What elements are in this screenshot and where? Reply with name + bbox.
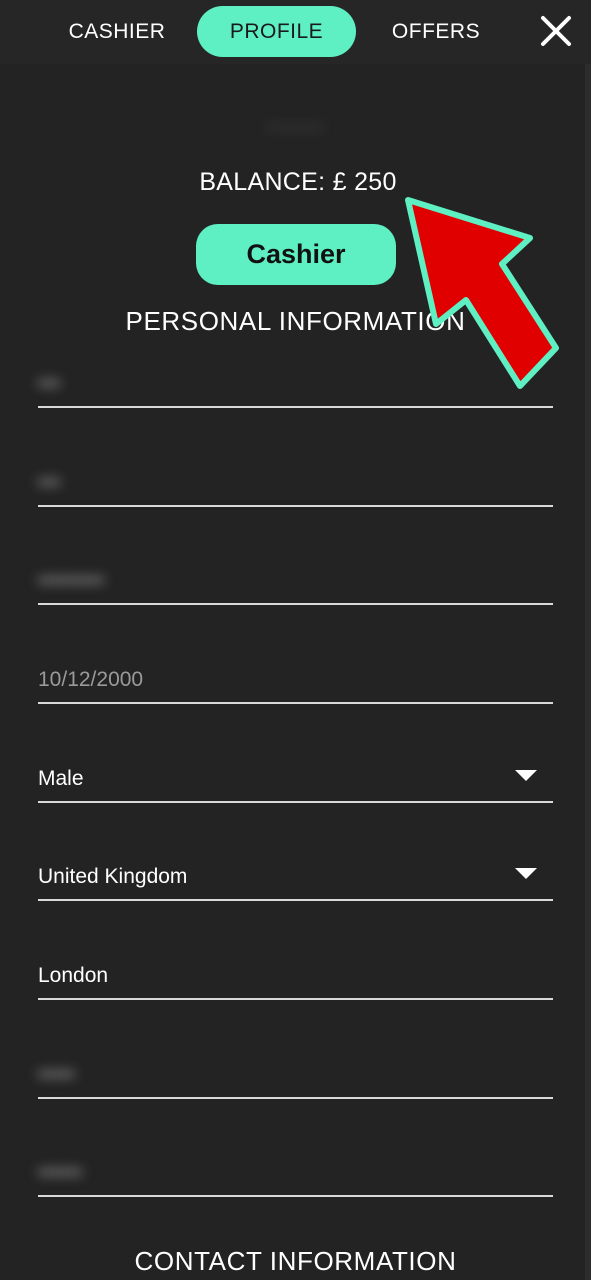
close-icon <box>541 16 571 46</box>
last-name-field[interactable]: ••• <box>38 459 553 507</box>
field-value: •••••• <box>38 1161 83 1184</box>
tab-cashier[interactable]: CASHIER <box>62 6 172 57</box>
field-value: Male <box>38 767 84 790</box>
city-field[interactable]: London <box>38 952 553 1000</box>
top-navigation: CASHIER PROFILE OFFERS <box>0 0 591 64</box>
tab-offers[interactable]: OFFERS <box>382 6 490 57</box>
contact-information-heading: CONTACT INFORMATION <box>134 1246 457 1276</box>
first-name-field[interactable]: ••• <box>38 360 553 408</box>
postcode-field[interactable]: •••••• <box>38 1149 553 1197</box>
gender-select[interactable]: Male <box>38 755 553 803</box>
username: ········· <box>265 116 325 138</box>
chevron-down-icon <box>515 770 537 781</box>
field-value: ••• <box>38 372 61 395</box>
chevron-down-icon <box>515 868 537 879</box>
field-value: ••• <box>38 471 61 494</box>
profile-screen: CASHIER PROFILE OFFERS ········· BALANCE… <box>0 0 591 1280</box>
tab-profile[interactable]: PROFILE <box>197 6 356 57</box>
personal-information-heading: PERSONAL INFORMATION <box>125 306 466 336</box>
address-field[interactable]: ••••• <box>38 1051 553 1099</box>
scrollbar[interactable] <box>585 64 591 1280</box>
field-value: London <box>38 964 109 987</box>
country-select[interactable]: United Kingdom <box>38 853 553 901</box>
cashier-button[interactable]: Cashier <box>196 224 396 285</box>
close-button[interactable] <box>537 12 575 50</box>
field-value: United Kingdom <box>38 865 188 888</box>
balance-text: BALANCE: £ 250 <box>199 168 397 196</box>
field-value: ••••• <box>38 1063 75 1086</box>
date-of-birth-field[interactable]: 10/12/2000 <box>38 656 553 704</box>
field-value: 10/12/2000 <box>38 668 144 691</box>
field-value: ••••••••• <box>38 569 105 592</box>
full-name-field[interactable]: ••••••••• <box>38 557 553 605</box>
